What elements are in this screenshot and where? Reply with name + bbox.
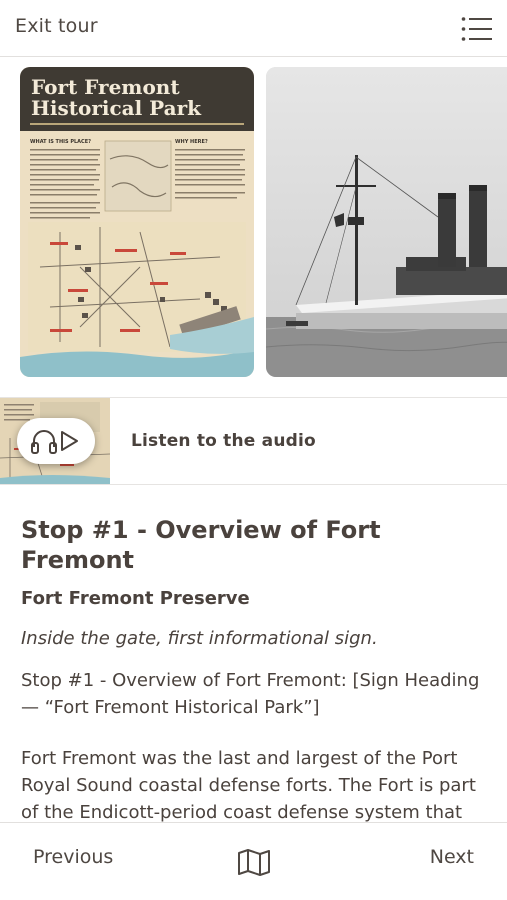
stop-paragraph: Stop #1 - Overview of Fort Fremont: [Sig… (21, 670, 480, 718)
audio-player-row[interactable]: Listen to the audio (0, 397, 507, 485)
stop-title: Stop #1 - Overview of Fort Fremont (21, 516, 381, 574)
sign-image-card[interactable]: Fort Fremont Historical Park WHAT IS THI… (20, 67, 254, 377)
stop-paragraph: Fort Fremont was the last and largest of… (21, 748, 476, 822)
play-icon (61, 431, 78, 451)
ship-photo (266, 67, 507, 377)
sign-title-line2: Historical Park (31, 96, 202, 120)
sign-section-right: WHY HERE? (175, 139, 208, 145)
listen-audio-label[interactable]: Listen to the audio (131, 431, 316, 451)
exit-tour-button[interactable]: Exit tour (15, 15, 98, 37)
map-icon[interactable] (236, 847, 272, 877)
play-audio-button[interactable] (17, 418, 95, 464)
bottom-nav: Previous Next (0, 822, 507, 900)
stop-location-note: Inside the gate, first informational sig… (21, 628, 378, 649)
top-bar: Exit tour (0, 0, 507, 57)
sign-image: Fort Fremont Historical Park WHAT IS THI… (20, 67, 254, 377)
stop-subtitle: Fort Fremont Preserve (21, 588, 250, 609)
sign-section-left: WHAT IS THIS PLACE? (30, 139, 91, 145)
stop-content: Stop #1 - Overview of Fort Fremont Fort … (0, 486, 507, 822)
list-menu-icon[interactable] (461, 16, 493, 42)
next-button[interactable]: Next (430, 846, 474, 868)
image-gallery[interactable]: Fort Fremont Historical Park WHAT IS THI… (0, 57, 507, 397)
previous-button[interactable]: Previous (33, 846, 113, 868)
ship-photo-card[interactable] (266, 67, 507, 377)
